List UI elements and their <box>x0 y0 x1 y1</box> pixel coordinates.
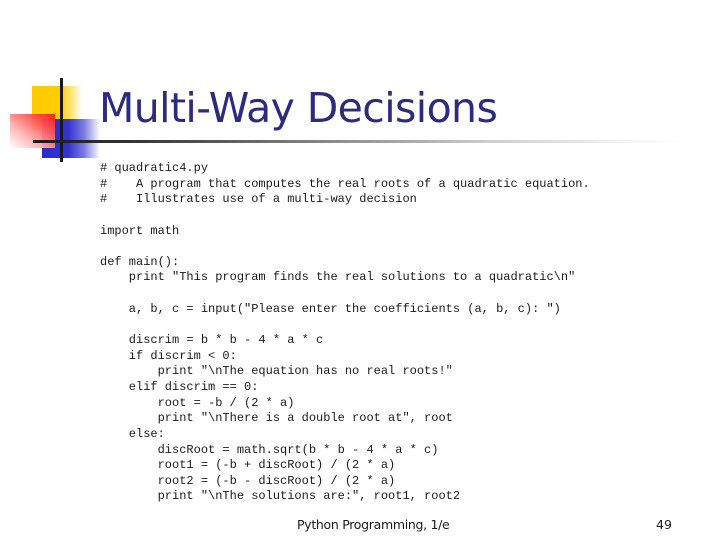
code-line: def main(): <box>100 254 180 269</box>
slide-footer: Python Programming, 1/e <box>297 517 450 532</box>
code-line: a, b, c = input("Please enter the coeffi… <box>100 301 561 316</box>
code-line: discrim = b * b - 4 * a * c <box>100 333 324 348</box>
code-line: print "This program finds the real solut… <box>100 270 576 285</box>
code-line: import math <box>100 223 180 238</box>
code-line: else: <box>100 426 165 441</box>
code-line: print "\nThe solutions are:", root1, roo… <box>100 489 461 504</box>
code-line: print "\nThere is a double root at", roo… <box>100 411 453 426</box>
title-underline-rule <box>33 140 683 143</box>
code-line: # quadratic4.py <box>100 161 209 175</box>
code-line: root = -b / (2 * a) <box>100 395 295 410</box>
code-line: discRoot = math.sqrt(b * b - 4 * a * c) <box>100 442 439 457</box>
slide-title: Multi-Way Decisions <box>99 84 498 132</box>
slide-page-number: 49 <box>656 517 672 532</box>
code-line: if discrim < 0: <box>100 348 237 363</box>
vertical-rule-decoration <box>60 78 63 162</box>
slide: Multi-Way Decisions # quadratic4.py # A p… <box>0 0 720 540</box>
code-line: # Illustrates use of a multi-way decisio… <box>100 192 417 207</box>
code-line: root1 = (-b + discRoot) / (2 * a) <box>100 458 396 473</box>
code-line: # A program that computes the real roots… <box>100 176 590 191</box>
code-line: elif discrim == 0: <box>100 379 259 394</box>
code-line: print "\nThe equation has no real roots!… <box>100 364 453 379</box>
code-line: root2 = (-b - discRoot) / (2 * a) <box>100 473 396 488</box>
code-block: # quadratic4.py # A program that computes… <box>100 161 590 505</box>
